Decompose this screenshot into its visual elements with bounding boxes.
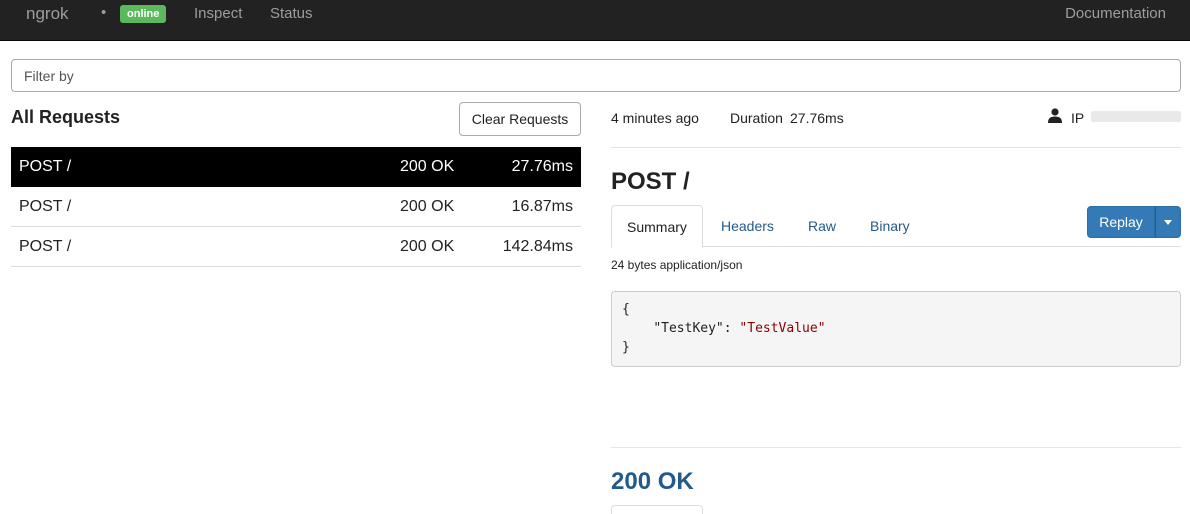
ip-value-redacted (1091, 111, 1181, 122)
brand-logo[interactable]: ngrok (26, 4, 69, 24)
request-time-ago: 4 minutes ago (611, 110, 699, 126)
code-open-brace: { (622, 302, 630, 317)
nav-status-link[interactable]: Status (270, 5, 313, 22)
request-method-path: POST / (19, 238, 72, 255)
divider (611, 447, 1181, 448)
request-body-code: { "TestKey": "TestValue" } (611, 291, 1181, 367)
replay-button[interactable]: Replay (1087, 206, 1155, 238)
code-key-value-line: "TestKey": "TestValue" (622, 321, 826, 336)
code-colon: : (723, 321, 740, 336)
request-status: 200 OK (400, 238, 455, 255)
body-size-type: 24 bytes application/json (611, 258, 743, 272)
all-requests-heading: All Requests (11, 107, 121, 127)
request-status: 200 OK (400, 198, 455, 215)
code-value: "TestValue" (739, 321, 826, 336)
response-tab-partial[interactable] (611, 505, 703, 514)
duration-label: Duration (730, 110, 783, 126)
replay-dropdown-toggle[interactable] (1155, 206, 1181, 238)
filter-input[interactable] (11, 59, 1181, 92)
top-navbar: ngrok • online Inspect Status Documentat… (0, 0, 1190, 41)
clear-requests-button[interactable]: Clear Requests (459, 102, 581, 136)
user-icon (1048, 108, 1062, 123)
tab-binary[interactable]: Binary (855, 205, 925, 247)
request-method-path: POST / (19, 198, 72, 215)
nav-inspect-link[interactable]: Inspect (194, 5, 242, 22)
code-key: "TestKey" (653, 321, 724, 336)
request-title: POST / (611, 168, 690, 195)
request-list: POST / 200 OK 27.76ms POST / 200 OK 16.8… (11, 147, 581, 267)
request-status: 200 OK (400, 158, 455, 175)
request-row[interactable]: POST / 200 OK 16.87ms (11, 187, 581, 227)
ip-label: IP (1071, 110, 1085, 126)
caret-down-icon (1164, 220, 1172, 225)
request-row[interactable]: POST / 200 OK 27.76ms (11, 147, 581, 187)
tab-headers[interactable]: Headers (706, 205, 789, 247)
code-close-brace: } (622, 340, 630, 355)
request-duration: 142.84ms (502, 238, 573, 255)
response-status-title: 200 OK (611, 468, 694, 495)
request-duration: 16.87ms (511, 198, 573, 215)
separator-dot: • (101, 4, 107, 21)
request-duration: 27.76ms (511, 158, 573, 175)
divider (611, 147, 1181, 148)
duration-value: 27.76ms (790, 110, 844, 126)
online-status-badge: online (120, 5, 167, 23)
request-method-path: POST / (19, 158, 72, 175)
request-row[interactable]: POST / 200 OK 142.84ms (11, 227, 581, 267)
tab-raw[interactable]: Raw (793, 205, 851, 247)
nav-documentation-link[interactable]: Documentation (1065, 5, 1166, 22)
tab-summary[interactable]: Summary (611, 205, 703, 248)
